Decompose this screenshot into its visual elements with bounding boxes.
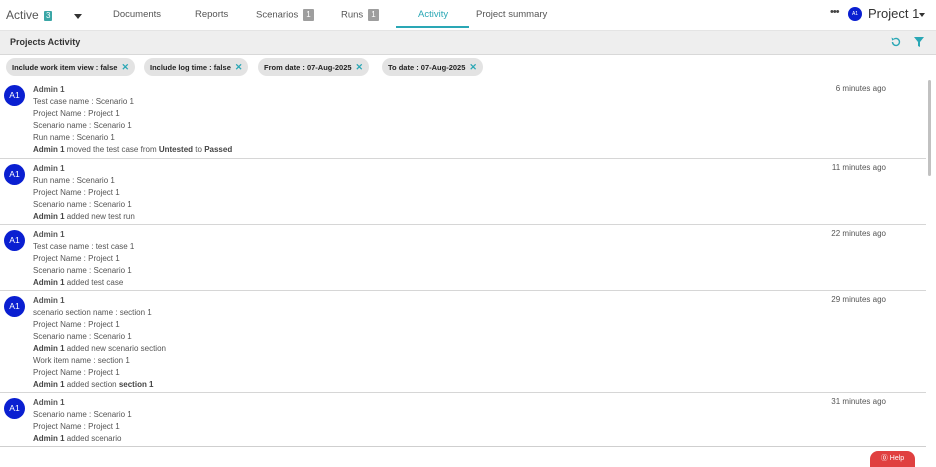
avatar: A1 [4, 398, 25, 419]
status-count-badge: 3 [44, 10, 53, 21]
activity-detail: Project Name : Project 1 [33, 320, 120, 329]
activity-timestamp: 31 minutes ago [831, 397, 886, 406]
activity-action: Admin 1 added scenario [33, 434, 122, 443]
activity-timestamp: 6 minutes ago [835, 84, 886, 93]
activity-action: Admin 1 added new scenario section [33, 344, 166, 353]
scrollbar[interactable] [928, 80, 931, 176]
project-avatar[interactable]: A1 [848, 7, 862, 21]
activity-action: Admin 1 added new test run [33, 212, 135, 221]
divider [0, 446, 926, 447]
activity-item: A1 Admin 1 Test case name : Scenario 1 P… [0, 80, 926, 159]
activity-detail: Scenario name : Scenario 1 [33, 332, 132, 341]
filter-chip-log-time[interactable]: Include log time : false ✕ [144, 58, 249, 76]
activity-action: Admin 1 added test case [33, 278, 124, 287]
help-button[interactable]: ⓪ Help [870, 451, 915, 467]
activity-item: A1 Admin 1 Test case name : test case 1 … [0, 225, 926, 291]
activity-detail: Project Name : Project 1 [33, 109, 120, 118]
activity-detail: Project Name : Project 1 [33, 368, 120, 377]
avatar: A1 [4, 230, 25, 251]
scenarios-count-badge: 1 [303, 9, 314, 21]
filter-chip-from-date[interactable]: From date : 07-Aug-2025 ✕ [258, 58, 370, 76]
tab-runs[interactable]: Runs 1 [341, 9, 379, 21]
close-icon[interactable]: ✕ [235, 62, 243, 72]
tab-activity[interactable]: Activity [418, 9, 448, 20]
activity-timestamp: 11 minutes ago [831, 163, 886, 172]
activity-user: Admin 1 [33, 230, 65, 239]
tab-reports[interactable]: Reports [195, 9, 228, 20]
activity-timestamp: 22 minutes ago [831, 229, 886, 238]
activity-detail: scenario section name : section 1 [33, 308, 152, 317]
activity-detail: Test case name : test case 1 [33, 242, 135, 251]
activity-user: Admin 1 [33, 296, 65, 305]
status-dropdown[interactable]: Active 3 [6, 8, 53, 22]
activity-detail: Project Name : Project 1 [33, 422, 120, 431]
activity-action: Admin 1 added section section 1 [33, 380, 154, 389]
runs-count-badge: 1 [368, 9, 379, 21]
activity-user: Admin 1 [33, 164, 65, 173]
activity-list: A1 Admin 1 Test case name : Scenario 1 P… [0, 80, 926, 446]
tab-documents[interactable]: Documents [113, 9, 161, 20]
activity-header: Projects Activity [0, 31, 936, 55]
activity-detail: Work item name : section 1 [33, 356, 130, 365]
chevron-down-icon[interactable] [74, 14, 82, 19]
refresh-icon[interactable] [890, 36, 902, 48]
activity-detail: Project Name : Project 1 [33, 254, 120, 263]
tab-project-summary[interactable]: Project summary [476, 9, 547, 20]
project-selector[interactable]: Project 1 [868, 6, 919, 21]
activity-detail: Test case name : Scenario 1 [33, 97, 134, 106]
close-icon[interactable]: ✕ [469, 62, 477, 72]
activity-action: Admin 1 moved the test case from Unteste… [33, 145, 233, 154]
avatar: A1 [4, 85, 25, 106]
filter-icon[interactable] [914, 37, 924, 47]
status-label: Active [6, 8, 39, 22]
more-options-icon[interactable]: ••• [830, 6, 840, 18]
activity-item: A1 Admin 1 Scenario name : Scenario 1 Pr… [0, 393, 926, 446]
activity-detail: Run name : Scenario 1 [33, 133, 115, 142]
project-chevron-down-icon[interactable] [919, 13, 925, 17]
activity-detail: Scenario name : Scenario 1 [33, 266, 132, 275]
activity-user: Admin 1 [33, 398, 65, 407]
activity-detail: Scenario name : Scenario 1 [33, 200, 132, 209]
close-icon[interactable]: ✕ [121, 62, 129, 72]
activity-detail: Scenario name : Scenario 1 [33, 121, 132, 130]
page-title: Projects Activity [10, 37, 81, 47]
avatar: A1 [4, 296, 25, 317]
top-navigation: Active 3 Documents Reports Scenarios 1 Ru… [0, 0, 936, 31]
activity-detail: Run name : Scenario 1 [33, 176, 115, 185]
activity-item: A1 Admin 1 scenario section name : secti… [0, 291, 926, 393]
filter-chip-to-date[interactable]: To date : 07-Aug-2025 ✕ [382, 58, 483, 76]
filter-chip-work-item-view[interactable]: Include work item view : false ✕ [6, 58, 136, 76]
activity-detail: Project Name : Project 1 [33, 188, 120, 197]
activity-item: A1 Admin 1 Run name : Scenario 1 Project… [0, 159, 926, 225]
active-tab-indicator [396, 26, 469, 28]
tab-scenarios[interactable]: Scenarios 1 [256, 9, 314, 21]
activity-timestamp: 29 minutes ago [831, 295, 886, 304]
avatar: A1 [4, 164, 25, 185]
activity-user: Admin 1 [33, 85, 65, 94]
close-icon[interactable]: ✕ [356, 62, 364, 72]
activity-detail: Scenario name : Scenario 1 [33, 410, 132, 419]
